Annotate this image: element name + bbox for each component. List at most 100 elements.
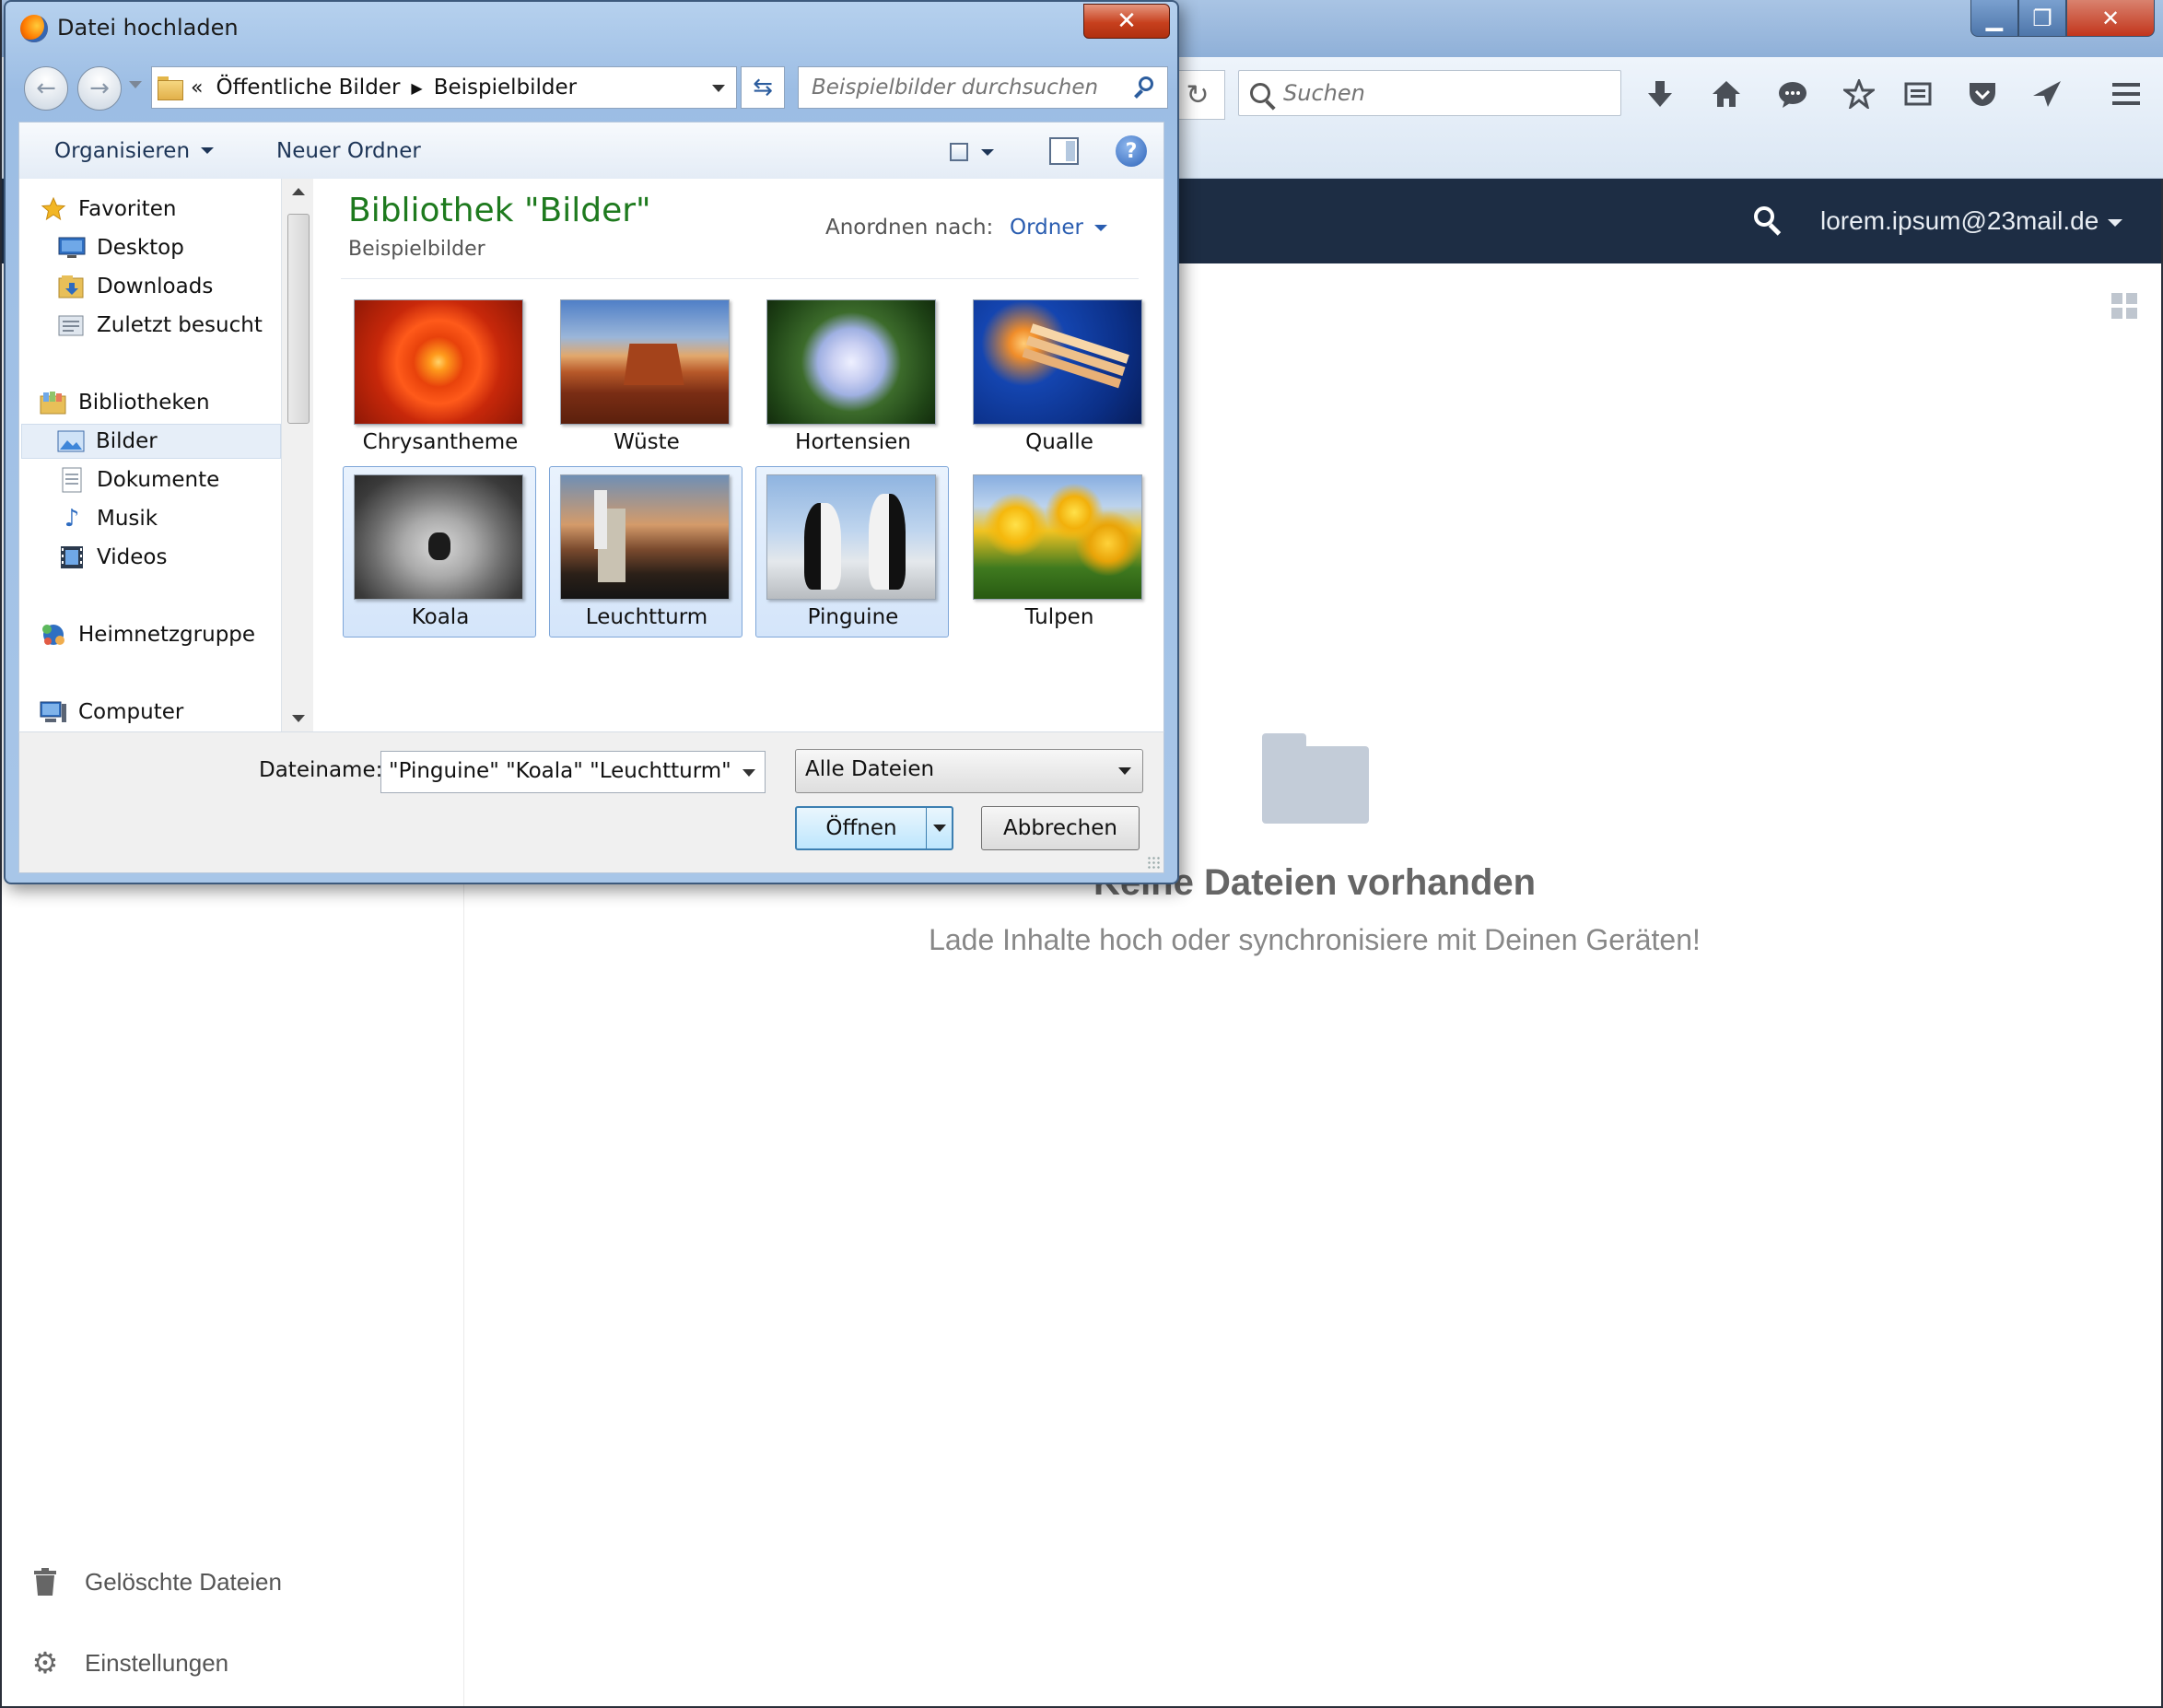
download-icon[interactable] — [1640, 74, 1680, 114]
cancel-button[interactable]: Abbrechen — [981, 806, 1140, 850]
nav-pane-scrollbar[interactable] — [281, 179, 314, 731]
nav-item-desktop[interactable]: Desktop — [54, 230, 184, 265]
pictures-icon — [57, 428, 85, 454]
nav-item-libraries[interactable]: Bibliotheken — [36, 385, 210, 420]
nav-item-label: Bibliotheken — [78, 391, 210, 415]
file-upload-dialog: Datei hochladen ✕ ← → « Öffentliche Bild… — [4, 0, 1179, 884]
nav-item-recent-places[interactable]: Zuletzt besucht — [54, 308, 263, 343]
file-item[interactable]: Pinguine — [755, 466, 949, 638]
dialog-search-input[interactable] — [812, 76, 1125, 99]
file-item[interactable]: Tulpen — [962, 466, 1155, 638]
chevron-down-icon — [981, 148, 994, 156]
chevron-right-icon[interactable]: ▶ — [411, 79, 422, 97]
image-thumbnail — [560, 299, 730, 425]
change-view-button[interactable] — [950, 139, 994, 165]
resize-grip[interactable] — [1147, 856, 1160, 869]
window-maximize-button[interactable]: ❐ — [2018, 0, 2066, 37]
nav-item-favorites[interactable]: Favoriten — [36, 192, 177, 227]
send-icon[interactable] — [2027, 74, 2067, 114]
search-icon[interactable] — [1752, 205, 1785, 238]
address-bar[interactable]: « Öffentliche Bilder ▶ Beispielbilder — [151, 66, 737, 109]
image-thumbnail — [766, 474, 936, 600]
library-title: Bibliothek "Bilder" — [348, 192, 651, 229]
music-icon: ♪ — [64, 505, 80, 532]
filename-input[interactable] — [389, 759, 730, 783]
search-icon[interactable] — [1132, 76, 1156, 99]
nav-item-computer[interactable]: Computer — [36, 695, 183, 730]
chat-icon[interactable] — [1772, 74, 1813, 114]
forward-arrow-icon[interactable]: → — [77, 66, 122, 111]
browser-search-input[interactable] — [1283, 80, 1596, 106]
breadcrumb-item[interactable]: Beispielbilder — [434, 76, 577, 99]
open-options-dropdown[interactable] — [926, 808, 953, 848]
homegroup-icon — [40, 622, 67, 648]
grid-view-icon[interactable] — [2111, 293, 2137, 319]
trash-icon — [29, 1566, 61, 1597]
chevron-down-icon[interactable] — [712, 85, 725, 92]
nav-item-music[interactable]: ♪ Musik — [54, 501, 158, 536]
dialog-titlebar[interactable]: Datei hochladen ✕ — [6, 2, 1177, 55]
new-folder-button[interactable]: Neuer Ordner — [276, 139, 421, 163]
libraries-icon — [40, 390, 67, 415]
breadcrumb-overflow[interactable]: « — [191, 76, 203, 99]
pocket-icon[interactable] — [1962, 74, 2003, 114]
file-item[interactable]: Qualle — [962, 291, 1155, 462]
file-item[interactable]: Koala — [343, 466, 536, 638]
dialog-search-box[interactable] — [798, 66, 1168, 109]
back-arrow-icon[interactable]: ← — [24, 66, 68, 111]
file-item[interactable]: Wüste — [549, 291, 742, 462]
file-type-select[interactable]: Alle Dateien — [795, 749, 1143, 793]
browser-search-box[interactable] — [1238, 70, 1621, 116]
firefox-icon — [20, 15, 48, 42]
window-close-button[interactable]: ✕ — [2066, 0, 2155, 37]
user-menu[interactable]: lorem.ipsum@23mail.de — [1820, 206, 2123, 236]
file-type-value: Alle Dateien — [805, 757, 935, 781]
recent-places-icon — [58, 312, 86, 338]
file-name: Wüste — [614, 430, 680, 454]
home-icon[interactable] — [1706, 74, 1747, 114]
window-minimize-button[interactable]: ▁ — [1970, 0, 2018, 37]
open-button-label: Öffnen — [825, 816, 897, 840]
divider — [341, 278, 1139, 279]
sidebar-item-settings[interactable]: ⚙ Einstellungen — [29, 1646, 228, 1679]
user-email: lorem.ipsum@23mail.de — [1820, 206, 2099, 235]
nav-item-homegroup[interactable]: Heimnetzgruppe — [36, 617, 255, 652]
file-item[interactable]: Hortensien — [755, 291, 949, 462]
nav-item-label: Heimnetzgruppe — [78, 623, 256, 647]
dialog-close-button[interactable]: ✕ — [1083, 4, 1170, 39]
file-name: Qualle — [1025, 430, 1093, 454]
bookmark-star-icon[interactable] — [1839, 74, 1879, 114]
nav-item-videos[interactable]: Videos — [54, 540, 167, 575]
scroll-up-icon[interactable] — [292, 188, 305, 195]
filename-combobox[interactable] — [380, 751, 766, 793]
nav-item-label: Zuletzt besucht — [97, 313, 263, 337]
recent-locations-dropdown[interactable] — [129, 81, 142, 88]
chevron-down-icon — [2108, 218, 2123, 227]
file-item[interactable]: Leuchtturm — [549, 466, 742, 638]
refresh-icon[interactable]: ⇆ — [741, 66, 785, 109]
chevron-down-icon — [1118, 767, 1131, 775]
arrange-by-dropdown[interactable]: Ordner — [1010, 216, 1107, 240]
scroll-down-icon[interactable] — [292, 715, 305, 722]
nav-item-pictures[interactable]: Bilder — [21, 424, 281, 459]
nav-item-downloads[interactable]: Downloads — [54, 269, 213, 304]
reading-list-icon[interactable] — [1898, 74, 1938, 114]
breadcrumb-item[interactable]: Öffentliche Bilder — [216, 76, 400, 99]
chevron-down-icon — [201, 147, 215, 154]
filename-label: Dateiname: — [259, 758, 383, 782]
chevron-down-icon[interactable] — [742, 769, 755, 777]
help-icon[interactable]: ? — [1116, 135, 1147, 167]
image-thumbnail — [354, 299, 523, 425]
sidebar-item-deleted-files[interactable]: Gelöschte Dateien — [29, 1566, 282, 1597]
videos-icon — [58, 544, 86, 570]
nav-item-documents[interactable]: Dokumente — [54, 462, 219, 497]
open-button[interactable]: Öffnen — [795, 806, 953, 850]
dialog-footer: Dateiname: Alle Dateien Öffnen Abbrechen — [18, 731, 1164, 873]
file-item[interactable]: Chrysantheme — [343, 291, 536, 462]
scrollbar-thumb[interactable] — [287, 214, 310, 424]
organize-button[interactable]: Organisieren — [54, 139, 215, 163]
menu-icon[interactable] — [2106, 74, 2146, 114]
nav-item-label: Musik — [97, 507, 158, 531]
preview-pane-icon[interactable] — [1049, 137, 1079, 165]
nav-item-label: Videos — [97, 545, 168, 569]
